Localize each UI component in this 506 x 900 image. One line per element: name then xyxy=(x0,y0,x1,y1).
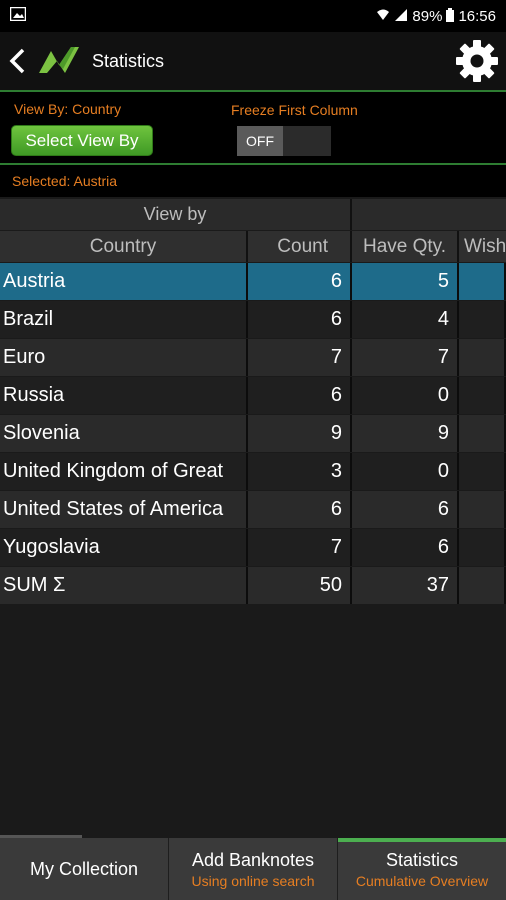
group-header-empty xyxy=(352,199,506,230)
cell-have-qty: 0 xyxy=(352,453,459,490)
freeze-column-label: Freeze First Column xyxy=(231,102,358,118)
column-header-count[interactable]: Count xyxy=(248,231,352,262)
cell-count: 6 xyxy=(248,301,352,338)
cell-country: Brazil xyxy=(0,301,248,338)
cell-wish xyxy=(459,453,506,490)
cell-country: United States of America xyxy=(0,491,248,528)
cell-have-qty: 4 xyxy=(352,301,459,338)
cell-have-qty: 7 xyxy=(352,339,459,376)
select-view-by-button[interactable]: Select View By xyxy=(11,125,153,156)
table-row[interactable]: Euro 7 7 xyxy=(0,339,506,376)
cell-wish xyxy=(459,339,506,376)
column-header-wish[interactable]: Wish xyxy=(459,231,506,262)
battery-percent: 89% xyxy=(412,7,443,25)
cell-count: 6 xyxy=(248,377,352,414)
toggle-state: OFF xyxy=(237,126,283,156)
cell-country: Yugoslavia xyxy=(0,529,248,566)
cell-country: Austria xyxy=(0,263,248,300)
controls-panel: View By: Country Select View By Freeze F… xyxy=(0,92,506,163)
cell-count: 6 xyxy=(248,491,352,528)
selected-label: Selected: Austria xyxy=(12,173,118,189)
chevron-left-icon xyxy=(9,48,25,74)
status-bar: 89% 16:56 xyxy=(0,0,506,32)
table-row[interactable]: United Kingdom of Great 3 0 xyxy=(0,453,506,490)
table-row[interactable]: Slovenia 9 9 xyxy=(0,415,506,452)
statistics-table: View by Country Count Have Qty. Wish Aus… xyxy=(0,199,506,609)
back-button[interactable] xyxy=(0,32,34,90)
cell-country: Slovenia xyxy=(0,415,248,452)
app-logo-icon xyxy=(34,32,84,90)
view-by-label: View By: Country xyxy=(14,101,122,117)
cell-have-qty: 6 xyxy=(352,529,459,566)
page-title: Statistics xyxy=(92,50,165,71)
cell-wish xyxy=(459,529,506,566)
column-header-country[interactable]: Country xyxy=(0,231,248,262)
cell-count: 6 xyxy=(248,263,352,300)
cell-wish xyxy=(459,301,506,338)
image-notification-icon xyxy=(9,6,27,25)
cell-have-qty: 5 xyxy=(352,263,459,300)
cell-count: 9 xyxy=(248,415,352,452)
active-tab-indicator xyxy=(338,838,506,842)
table-row[interactable]: Austria 6 5 xyxy=(0,263,506,300)
cell-have-qty: 37 xyxy=(352,567,459,604)
cell-have-qty: 6 xyxy=(352,491,459,528)
cell-wish xyxy=(459,491,506,528)
app-bar: Statistics xyxy=(0,32,506,90)
cell-country: Euro xyxy=(0,339,248,376)
gear-icon xyxy=(456,40,498,82)
table-row[interactable]: Russia 6 0 xyxy=(0,377,506,414)
bottom-nav: My Collection Add Banknotes Using online… xyxy=(0,835,506,900)
cell-country: SUM Σ xyxy=(0,567,248,604)
battery-icon xyxy=(446,7,455,25)
table-row[interactable]: Brazil 6 4 xyxy=(0,301,506,338)
tab-add-banknotes[interactable]: Add Banknotes Using online search xyxy=(169,838,338,900)
cell-wish xyxy=(459,263,506,300)
cell-wish xyxy=(459,377,506,414)
table-row[interactable]: SUM Σ 50 37 xyxy=(0,567,506,604)
cell-country: Russia xyxy=(0,377,248,414)
cell-wish xyxy=(459,567,506,604)
column-header-have-qty[interactable]: Have Qty. xyxy=(352,231,459,262)
tab-label: Statistics xyxy=(385,849,459,870)
clock: 16:56 xyxy=(458,7,496,25)
tab-sublabel: Cumulative Overview xyxy=(355,872,489,889)
cell-count: 3 xyxy=(248,453,352,490)
tab-label: My Collection xyxy=(29,858,139,879)
cell-country: United Kingdom of Great xyxy=(0,453,248,490)
cell-wish xyxy=(459,415,506,452)
wifi-icon xyxy=(376,8,390,25)
tab-sublabel: Using online search xyxy=(191,872,315,889)
tab-label: Add Banknotes xyxy=(191,849,315,870)
cell-count: 7 xyxy=(248,529,352,566)
signal-icon xyxy=(394,8,408,25)
cell-have-qty: 0 xyxy=(352,377,459,414)
freeze-column-toggle[interactable]: OFF xyxy=(237,126,331,156)
table-row[interactable]: Yugoslavia 7 6 xyxy=(0,529,506,566)
tab-statistics[interactable]: Statistics Cumulative Overview xyxy=(338,838,506,900)
cell-have-qty: 9 xyxy=(352,415,459,452)
selected-bar: Selected: Austria xyxy=(0,165,506,197)
settings-button[interactable] xyxy=(448,32,506,90)
cell-count: 50 xyxy=(248,567,352,604)
cell-count: 7 xyxy=(248,339,352,376)
table-row[interactable]: United States of America 6 6 xyxy=(0,491,506,528)
tab-my-collection[interactable]: My Collection xyxy=(0,838,169,900)
group-header: View by xyxy=(0,199,352,230)
